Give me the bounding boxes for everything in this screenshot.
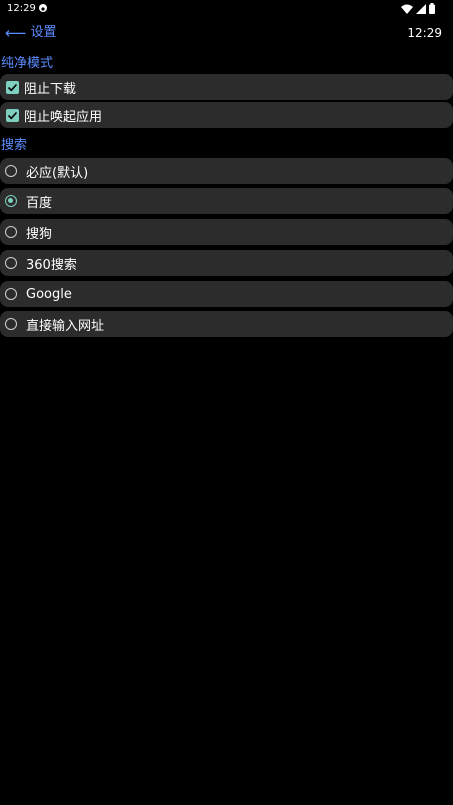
radio-checked-icon[interactable]	[5, 195, 17, 207]
checkbox-row-block-download[interactable]: 阻止下载	[0, 74, 453, 100]
status-icons	[401, 3, 435, 14]
section-title-search: 搜索	[1, 138, 28, 153]
signal-icon	[416, 3, 426, 14]
back-button[interactable]: ⟵ 设置	[5, 24, 57, 42]
radio-row-bing[interactable]: 必应(默认)	[0, 158, 453, 184]
checkbox-checked-icon[interactable]	[6, 80, 19, 94]
wifi-icon	[401, 4, 413, 14]
status-bar: 12:29	[0, 0, 453, 20]
radio-unchecked-icon[interactable]	[5, 318, 17, 330]
radio-row-sogou[interactable]: 搜狗	[0, 219, 453, 245]
radio-row-360[interactable]: 360搜索	[0, 250, 453, 276]
header-clock: 12:29	[407, 26, 442, 40]
row-label: Google	[26, 286, 72, 302]
radio-row-direct-url[interactable]: 直接输入网址	[0, 311, 453, 337]
notification-icon	[39, 4, 47, 12]
row-label: 百度	[26, 195, 53, 211]
row-label: 阻止下载	[24, 81, 77, 97]
row-label: 搜狗	[26, 226, 53, 242]
row-label: 直接输入网址	[26, 318, 105, 334]
radio-unchecked-icon[interactable]	[5, 257, 17, 269]
section-title-pure-mode: 纯净模式	[1, 56, 54, 71]
page-title: 设置	[30, 25, 57, 40]
radio-unchecked-icon[interactable]	[5, 288, 17, 300]
status-time: 12:29	[7, 3, 36, 14]
row-label: 360搜索	[26, 257, 77, 273]
radio-row-baidu[interactable]: 百度	[0, 188, 453, 214]
battery-icon	[429, 3, 435, 14]
checkbox-row-block-app-launch[interactable]: 阻止唤起应用	[0, 102, 453, 128]
back-arrow-icon: ⟵	[5, 24, 27, 42]
checkbox-checked-icon[interactable]	[6, 108, 19, 122]
radio-row-google[interactable]: Google	[0, 281, 453, 307]
row-label: 阻止唤起应用	[24, 109, 103, 125]
app-header: ⟵ 设置 12:29	[0, 24, 453, 46]
radio-unchecked-icon[interactable]	[5, 226, 17, 238]
radio-unchecked-icon[interactable]	[5, 165, 17, 177]
row-label: 必应(默认)	[26, 165, 89, 181]
